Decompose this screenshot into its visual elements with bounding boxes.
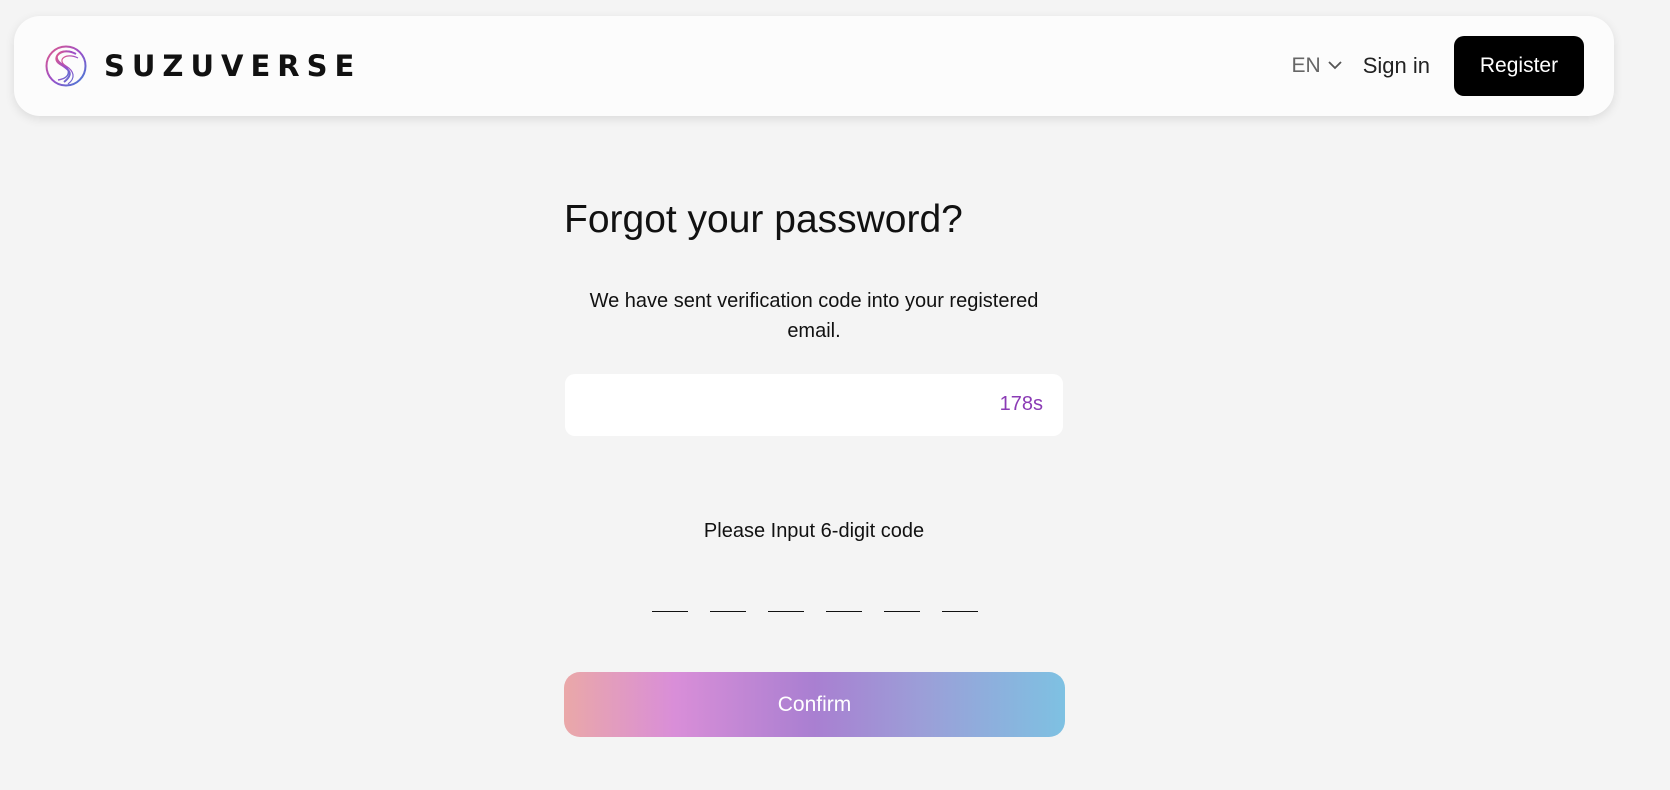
language-selector[interactable]: EN: [1292, 54, 1343, 78]
verification-sent-message: We have sent verification code into your…: [589, 290, 1039, 342]
language-label: EN: [1291, 54, 1321, 77]
otp-digit-3[interactable]: [768, 590, 804, 612]
code-prompt: Please Input 6-digit code: [703, 520, 925, 542]
register-button[interactable]: Register: [1454, 36, 1584, 96]
chevron-down-icon: [1328, 61, 1342, 70]
header-actions: EN Sign in Register: [1292, 36, 1584, 96]
otp-digit-inputs: [652, 590, 978, 612]
brand-logo[interactable]: SUZUVERSE: [44, 44, 361, 88]
resend-countdown: 178s: [999, 393, 1043, 415]
page: SUZUVERSE EN Sign in Register Forgot you…: [0, 0, 1670, 790]
verification-code-input[interactable]: [565, 374, 985, 436]
suzuverse-logo-icon: [45, 45, 87, 87]
verification-code-field: 178s: [565, 374, 1063, 436]
otp-digit-5[interactable]: [884, 590, 920, 612]
otp-digit-2[interactable]: [710, 590, 746, 612]
brand-name: SUZUVERSE: [104, 49, 362, 83]
otp-digit-4[interactable]: [826, 590, 862, 612]
sign-in-link[interactable]: Sign in: [1363, 53, 1430, 79]
top-navbar: SUZUVERSE EN Sign in Register: [14, 16, 1614, 116]
otp-digit-1[interactable]: [652, 590, 688, 612]
confirm-button[interactable]: Confirm: [564, 672, 1065, 737]
page-title: Forgot your password?: [564, 198, 963, 241]
otp-digit-6[interactable]: [942, 590, 978, 612]
